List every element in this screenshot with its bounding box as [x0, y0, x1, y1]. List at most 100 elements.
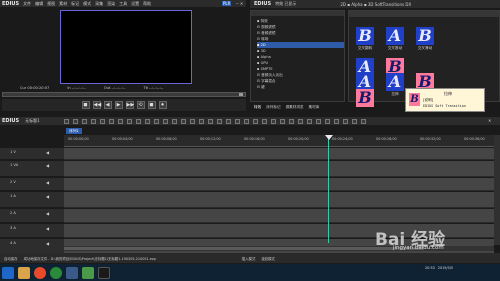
playhead-handle[interactable] — [325, 135, 333, 140]
playback-button[interactable]: ◼ — [147, 101, 156, 109]
timeline-tool-icon[interactable] — [127, 119, 132, 124]
hscroll-thumb[interactable] — [64, 247, 424, 250]
timeline-tool-icon[interactable] — [145, 119, 150, 124]
speaker-icon[interactable]: ◀ — [46, 150, 49, 155]
timeline-tool-icon[interactable] — [271, 119, 276, 124]
timeline-tool-icon[interactable] — [91, 119, 96, 124]
timeline-tool-icon[interactable] — [64, 119, 69, 124]
timeline-ruler[interactable]: 00:00:00;00 00:00:04;00 00:00:08;00 00:00:1… — [64, 135, 494, 147]
track-header[interactable]: 2 V ◀ — [0, 178, 64, 191]
playback-button[interactable]: ◀ — [103, 101, 112, 109]
speaker-icon[interactable]: ◀ — [46, 180, 49, 185]
track-header[interactable]: 1 A ◀ — [0, 192, 64, 208]
timeline-tool-icon[interactable] — [136, 119, 141, 124]
timeline-tool-icon[interactable] — [253, 119, 258, 124]
edius-taskbar-icon[interactable] — [98, 266, 110, 279]
track-lane[interactable] — [64, 178, 494, 191]
bin-tab[interactable]: 素材库 — [309, 105, 320, 110]
start-icon[interactable] — [2, 266, 14, 279]
timeline-tool-icon[interactable] — [172, 119, 177, 124]
menu-item[interactable]: 素材 — [59, 1, 67, 7]
speaker-icon[interactable]: ◀ — [46, 226, 49, 231]
timeline-tool-icon[interactable] — [190, 119, 195, 124]
timeline-tool-icon[interactable] — [109, 119, 114, 124]
menu-item[interactable]: 模式 — [83, 1, 91, 7]
menu-item[interactable]: 编辑 — [35, 1, 43, 7]
scrub-thumb[interactable] — [239, 93, 243, 96]
scrub-bar[interactable] — [2, 92, 246, 97]
menu-item[interactable]: 标记 — [71, 1, 79, 7]
timeline-tool-icon[interactable] — [235, 119, 240, 124]
firefox-icon[interactable] — [34, 266, 46, 279]
chrome-icon[interactable] — [50, 266, 62, 279]
timeline-tool-icon[interactable] — [226, 119, 231, 124]
timeline-tool-icon[interactable] — [208, 119, 213, 124]
file-explorer-icon[interactable] — [18, 266, 30, 279]
timeline-tool-icon[interactable] — [352, 119, 357, 124]
effect-thumbnail[interactable]: B — [416, 27, 434, 45]
timeline-tool-icon[interactable] — [334, 119, 339, 124]
playback-button[interactable]: ⟲ — [136, 101, 145, 109]
menu-item[interactable]: 渲染 — [107, 1, 115, 7]
track-lane[interactable] — [64, 148, 494, 160]
timeline-tool-icon[interactable] — [82, 119, 87, 124]
timeline-tool-icon[interactable] — [244, 119, 249, 124]
effect-thumbnail[interactable]: A — [386, 27, 404, 45]
playback-button[interactable]: ⏺ — [158, 101, 167, 109]
speaker-icon[interactable]: ◀ — [46, 194, 49, 199]
window-controls[interactable]: ‒ ✕ — [236, 1, 243, 6]
timeline-tool-icon[interactable] — [280, 119, 285, 124]
menu-item[interactable]: 工具 — [119, 1, 127, 7]
track-header[interactable]: 3 A ◀ — [0, 224, 64, 238]
timeline-tool-icon[interactable] — [262, 119, 267, 124]
track-lane[interactable] — [64, 161, 494, 177]
timeline-tool-icon[interactable] — [361, 119, 366, 124]
timeline-tool-icon[interactable] — [343, 119, 348, 124]
bin-tab[interactable]: 源素材浏览 — [286, 105, 304, 110]
timeline-tool-icon[interactable] — [217, 119, 222, 124]
bin-tab[interactable]: 序列标记 — [266, 105, 280, 110]
timeline-tool-icon[interactable] — [163, 119, 168, 124]
playback-button[interactable]: ▶▶ — [125, 101, 134, 109]
timeline-tool-icon[interactable] — [100, 119, 105, 124]
timeline-tool-icon[interactable] — [325, 119, 330, 124]
menu-item[interactable]: 视图 — [47, 1, 55, 7]
playback-button[interactable]: ▶ — [114, 101, 123, 109]
timeline-tool-icon[interactable] — [298, 119, 303, 124]
effect-thumbnail[interactable]: B — [356, 27, 374, 45]
app-green-icon[interactable] — [82, 266, 94, 279]
timeline-tool-icon[interactable] — [118, 119, 123, 124]
media-player-icon[interactable] — [66, 266, 78, 279]
track-header[interactable]: 2 A ◀ — [0, 209, 64, 223]
timeline-close-icon[interactable]: ✕ — [488, 118, 491, 123]
timeline-tool-icon[interactable] — [307, 119, 312, 124]
speaker-icon[interactable]: ◀ — [46, 211, 49, 216]
timeline-tool-icon[interactable] — [181, 119, 186, 124]
menu-item[interactable]: 设置 — [131, 1, 139, 7]
timeline-tool-icon[interactable] — [199, 119, 204, 124]
bin-tab[interactable]: 特效 — [254, 105, 261, 110]
timeline-tool-icon[interactable] — [289, 119, 294, 124]
timeline-tool-icon[interactable] — [73, 119, 78, 124]
track-label: 1 V — [10, 150, 16, 154]
menu-item[interactable]: 帮助 — [143, 1, 151, 7]
preview-monitor[interactable] — [60, 10, 192, 84]
track-header[interactable]: 1 V ◀ — [0, 148, 64, 160]
timeline-tool-icon[interactable] — [154, 119, 159, 124]
playback-button[interactable]: ◀◀ — [92, 101, 101, 109]
speaker-icon[interactable]: ◀ — [46, 163, 49, 168]
timeline-tool-icon[interactable] — [316, 119, 321, 124]
tree-node[interactable]: ⊟ 键 — [257, 84, 344, 90]
sequence-tab[interactable]: 序列1 — [66, 128, 82, 134]
playhead-line[interactable] — [328, 136, 329, 243]
speaker-icon[interactable]: ◀ — [46, 241, 49, 246]
effect-thumbnail[interactable]: A — [386, 73, 404, 91]
timeline-vscroll[interactable] — [494, 135, 500, 245]
plr-badge[interactable]: PLR — [222, 1, 232, 6]
playback-button[interactable]: ◼ — [81, 101, 90, 109]
track-lane[interactable] — [64, 192, 494, 208]
menu-item[interactable]: 采集 — [95, 1, 103, 7]
menu-item[interactable]: 文件 — [23, 1, 31, 7]
track-header[interactable]: 1 VA ◀ — [0, 161, 64, 177]
track-lane[interactable] — [64, 209, 494, 223]
